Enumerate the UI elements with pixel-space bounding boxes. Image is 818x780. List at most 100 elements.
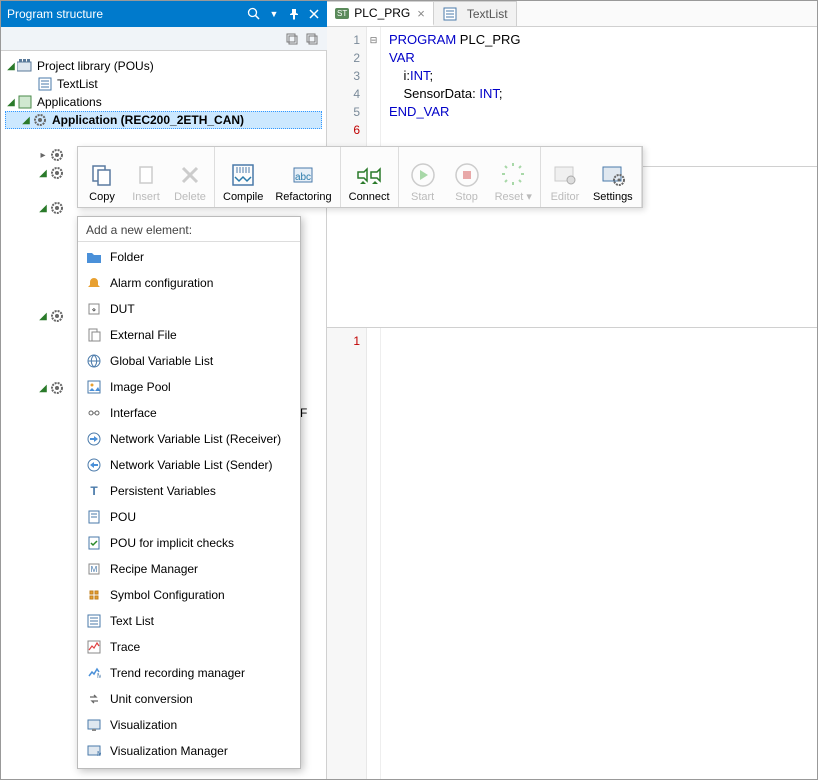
menu-item-unit-conversion[interactable]: Unit conversion: [78, 686, 300, 712]
menu-item-icon: [86, 379, 102, 395]
menu-item-icon: [86, 587, 102, 603]
menu-item-global-variable-list[interactable]: Global Variable List: [78, 348, 300, 374]
line-gutter: 1: [327, 328, 367, 779]
panel-header: Program structure ▼: [1, 1, 327, 27]
menu-item-label: Recipe Manager: [110, 562, 198, 576]
connect-button[interactable]: Connect: [343, 149, 396, 205]
menu-item-icon: [86, 275, 102, 291]
menu-item-icon: [86, 613, 102, 629]
menu-item-visualization[interactable]: Visualization: [78, 712, 300, 738]
close-icon[interactable]: [307, 7, 321, 21]
settings-button[interactable]: Settings: [587, 149, 639, 205]
expand-icon[interactable]: ◢: [5, 61, 17, 72]
search-icon[interactable]: [247, 7, 261, 21]
tab-label: TextList: [467, 7, 508, 21]
textlist-icon: [37, 76, 53, 92]
toolbar-icon-2[interactable]: [305, 32, 319, 46]
fold-gutter[interactable]: [367, 328, 381, 779]
menu-item-label: Trend recording manager: [110, 666, 245, 680]
refactoring-button[interactable]: abcRefactoring: [269, 149, 337, 205]
menu-item-label: Text List: [110, 614, 154, 628]
tab-textlist[interactable]: TextList: [434, 1, 517, 26]
menu-item-persistent-variables[interactable]: T Persistent Variables: [78, 478, 300, 504]
add-element-menu: Add a new element: Folder Alarm configura…: [77, 216, 301, 769]
panel-title: Program structure: [7, 7, 103, 21]
menu-item-label: Trace: [110, 640, 140, 654]
tree-textlist[interactable]: TextList: [5, 75, 322, 93]
menu-item-symbol-configuration[interactable]: Symbol Configuration: [78, 582, 300, 608]
gear-icon: [49, 308, 65, 324]
svg-text:⋄: ⋄: [92, 307, 96, 314]
menu-item-icon: [86, 691, 102, 707]
menu-item-label: Network Variable List (Sender): [110, 458, 273, 472]
gear-icon: [49, 380, 65, 396]
menu-item-network-variable-list-receiver-[interactable]: Network Variable List (Receiver): [78, 426, 300, 452]
delete-button: Delete: [168, 149, 212, 205]
toolbar-icon-1[interactable]: [285, 32, 299, 46]
menu-item-dut[interactable]: ⋄ DUT: [78, 296, 300, 322]
expand-icon[interactable]: ◢: [37, 311, 49, 322]
expand-icon[interactable]: ◢: [37, 383, 49, 394]
menu-item-label: Visualization: [110, 718, 177, 732]
tab-close-icon[interactable]: ×: [417, 6, 425, 21]
menu-item-trace[interactable]: Trace: [78, 634, 300, 660]
editor-tabs: ST PLC_PRG × TextList: [327, 1, 817, 27]
menu-item-label: Interface: [110, 406, 157, 420]
menu-item-pou-for-implicit-checks[interactable]: POU for implicit checks: [78, 530, 300, 556]
menu-item-label: External File: [110, 328, 177, 342]
menu-item-icon: M: [86, 561, 102, 577]
tab-plc-prg[interactable]: ST PLC_PRG ×: [327, 1, 434, 26]
expand-icon[interactable]: ◢: [37, 168, 49, 179]
menu-item-icon: [86, 457, 102, 473]
insert-button: Insert: [124, 149, 168, 205]
pin-icon[interactable]: [287, 7, 301, 21]
menu-item-label: POU for implicit checks: [110, 536, 234, 550]
code-area-bottom[interactable]: [381, 328, 397, 779]
textlist-icon: [442, 6, 458, 22]
tree-application-selected[interactable]: ◢ Application (REC200_2ETH_CAN): [5, 111, 322, 129]
tree-label: Application (REC200_2ETH_CAN): [52, 113, 244, 127]
expand-icon[interactable]: ◢: [20, 115, 32, 126]
menu-item-visualization-manager[interactable]: MVisualization Manager: [78, 738, 300, 764]
menu-item-pou[interactable]: POU: [78, 504, 300, 530]
tab-label: PLC_PRG: [354, 6, 410, 20]
menu-item-text-list[interactable]: Text List: [78, 608, 300, 634]
menu-item-label: Image Pool: [110, 380, 171, 394]
editor-button: Editor: [543, 149, 587, 205]
panel-toolbar: [1, 27, 327, 51]
menu-item-external-file[interactable]: External File: [78, 322, 300, 348]
reset-button: Reset ▾: [489, 149, 538, 205]
svg-text:M: M: [97, 751, 101, 758]
menu-item-alarm-configuration[interactable]: Alarm configuration: [78, 270, 300, 296]
start-button: Start: [401, 149, 445, 205]
menu-item-icon: T: [86, 483, 102, 499]
menu-item-icon: [86, 353, 102, 369]
applications-icon: [17, 94, 33, 110]
expand-icon[interactable]: ◢: [5, 97, 17, 108]
menu-header: Add a new element:: [78, 217, 300, 242]
expand-icon[interactable]: ▸: [37, 150, 49, 161]
svg-text:T: T: [90, 484, 98, 498]
menu-item-folder[interactable]: Folder: [78, 244, 300, 270]
st-badge: ST: [335, 8, 349, 19]
gear-icon: [32, 112, 48, 128]
menu-item-trend-recording-manager[interactable]: MTrend recording manager: [78, 660, 300, 686]
expand-icon[interactable]: ◢: [37, 203, 49, 214]
menu-item-label: Alarm configuration: [110, 276, 213, 290]
gear-icon: [49, 147, 65, 163]
tree-project-library[interactable]: ◢ Project library (POUs): [5, 57, 322, 75]
menu-item-image-pool[interactable]: Image Pool: [78, 374, 300, 400]
menu-item-icon: [86, 431, 102, 447]
dropdown-icon[interactable]: ▼: [267, 7, 281, 21]
menu-item-icon: [86, 717, 102, 733]
menu-item-label: Persistent Variables: [110, 484, 216, 498]
menu-item-icon: M: [86, 743, 102, 759]
menu-item-interface[interactable]: Interface: [78, 400, 300, 426]
stop-button: Stop: [445, 149, 489, 205]
menu-item-recipe-manager[interactable]: M Recipe Manager: [78, 556, 300, 582]
compile-button[interactable]: Compile: [217, 149, 269, 205]
menu-item-network-variable-list-sender-[interactable]: Network Variable List (Sender): [78, 452, 300, 478]
tree-applications[interactable]: ◢ Applications: [5, 93, 322, 111]
copy-button[interactable]: Copy: [80, 149, 124, 205]
menu-item-label: DUT: [110, 302, 135, 316]
